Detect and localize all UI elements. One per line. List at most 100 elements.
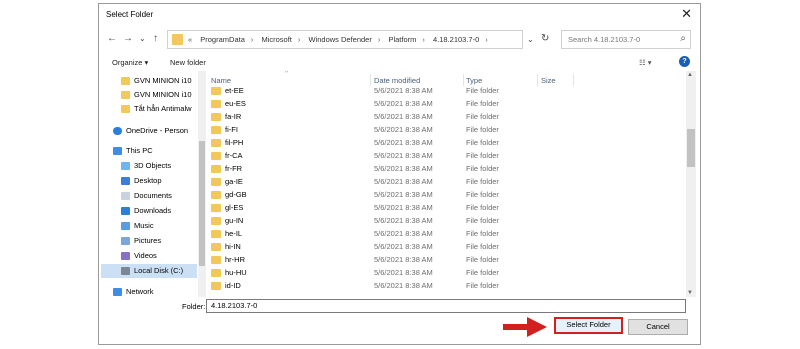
computer-icon bbox=[113, 147, 122, 156]
up-arrow-icon[interactable]: ↑ bbox=[153, 33, 158, 45]
file-type: File folder bbox=[466, 177, 499, 186]
scrollbar-thumb[interactable] bbox=[199, 141, 205, 266]
file-list: Name ^ Date modified Type Size et-EE 5/6/… bbox=[207, 71, 685, 297]
help-icon[interactable]: ? bbox=[679, 56, 690, 67]
table-row[interactable]: gl-ES 5/6/2021 8:38 AM File folder bbox=[207, 201, 685, 215]
sidebar-item-network[interactable]: Network bbox=[101, 285, 197, 297]
title-bar: Select Folder ✕ bbox=[99, 4, 700, 26]
file-type: File folder bbox=[466, 229, 499, 238]
sidebar-item-label: Tắt hẳn Antimalw bbox=[134, 104, 192, 113]
address-bar[interactable]: « ProgramData › Microsoft › Windows Defend… bbox=[167, 30, 523, 49]
scroll-down-icon[interactable]: ▼ bbox=[687, 290, 693, 296]
sidebar-item-this-pc[interactable]: This PC bbox=[101, 144, 197, 158]
sidebar-scrollbar[interactable] bbox=[198, 71, 206, 297]
file-name: et-EE bbox=[225, 86, 244, 95]
address-dropdown-icon[interactable]: ⌄ bbox=[527, 34, 534, 46]
file-list-scrollbar[interactable]: ▲ ▼ bbox=[686, 71, 696, 297]
search-icon[interactable]: ⌕ bbox=[680, 33, 686, 44]
folder-icon bbox=[211, 100, 221, 108]
table-row[interactable]: fi-FI 5/6/2021 8:38 AM File folder bbox=[207, 123, 685, 137]
sidebar-item[interactable]: 3D Objects bbox=[101, 159, 197, 173]
breadcrumb-item[interactable]: ProgramData bbox=[200, 35, 245, 44]
sidebar-item[interactable]: Videos bbox=[101, 249, 197, 263]
table-row[interactable]: et-EE 5/6/2021 8:38 AM File folder bbox=[207, 84, 685, 98]
sidebar-item[interactable]: Desktop bbox=[101, 174, 197, 188]
file-name: gd-GB bbox=[225, 190, 247, 199]
window-title: Select Folder bbox=[106, 10, 154, 19]
file-date: 5/6/2021 8:38 AM bbox=[374, 177, 433, 186]
sidebar-item-label: Music bbox=[134, 221, 154, 230]
table-row[interactable]: gu-IN 5/6/2021 8:38 AM File folder bbox=[207, 214, 685, 228]
sidebar-item-label: Pictures bbox=[134, 236, 162, 245]
file-type: File folder bbox=[466, 99, 499, 108]
sidebar-item[interactable]: GVN MINION i10 bbox=[101, 74, 197, 88]
back-arrow-icon[interactable]: ← bbox=[107, 33, 117, 45]
folder-icon bbox=[211, 178, 221, 186]
file-name: hi-IN bbox=[225, 242, 241, 251]
sidebar-item[interactable]: Downloads bbox=[101, 204, 197, 218]
sidebar-item[interactable]: Pictures bbox=[101, 234, 197, 248]
file-type: File folder bbox=[466, 151, 499, 160]
organize-button[interactable]: Organize ▾ bbox=[112, 58, 148, 67]
scrollbar-thumb[interactable] bbox=[687, 129, 695, 167]
table-row[interactable]: hi-IN 5/6/2021 8:38 AM File folder bbox=[207, 240, 685, 254]
file-name: fr-FR bbox=[225, 164, 243, 173]
sidebar-item[interactable]: GVN MINION i10 bbox=[101, 88, 197, 102]
search-input[interactable]: Search 4.18.2103.7-0 bbox=[568, 35, 640, 44]
desktop-icon bbox=[121, 177, 130, 186]
breadcrumb-item[interactable]: Microsoft bbox=[261, 35, 291, 44]
select-folder-button[interactable]: Select Folder bbox=[554, 317, 623, 334]
sidebar-item-label: Videos bbox=[134, 251, 157, 260]
command-bar: Organize ▾ New folder ☷ ▾ ? bbox=[99, 53, 700, 71]
folder-icon bbox=[211, 152, 221, 160]
sidebar-item-local-disk[interactable]: Local Disk (C:) bbox=[101, 264, 197, 278]
disk-icon bbox=[121, 267, 130, 276]
table-row[interactable]: he-IL 5/6/2021 8:38 AM File folder bbox=[207, 227, 685, 241]
search-box[interactable]: Search 4.18.2103.7-0 ⌕ bbox=[561, 30, 691, 49]
file-type: File folder bbox=[466, 255, 499, 264]
file-type: File folder bbox=[466, 268, 499, 277]
file-date: 5/6/2021 8:38 AM bbox=[374, 255, 433, 264]
refresh-icon[interactable]: ↻ bbox=[541, 33, 549, 45]
table-row[interactable]: id-ID 5/6/2021 8:38 AM File folder bbox=[207, 279, 685, 293]
table-row[interactable]: gd-GB 5/6/2021 8:38 AM File folder bbox=[207, 188, 685, 202]
table-row[interactable]: fr-FR 5/6/2021 8:38 AM File folder bbox=[207, 162, 685, 176]
sidebar-item[interactable]: Documents bbox=[101, 189, 197, 203]
sort-ascending-icon: ^ bbox=[285, 71, 289, 77]
table-row[interactable]: fil-PH 5/6/2021 8:38 AM File folder bbox=[207, 136, 685, 150]
table-row[interactable]: eu-ES 5/6/2021 8:38 AM File folder bbox=[207, 97, 685, 111]
chevron-right-icon: › bbox=[297, 35, 301, 44]
recent-locations-icon[interactable]: ⌄ bbox=[139, 33, 146, 45]
file-name: eu-ES bbox=[225, 99, 246, 108]
breadcrumb-item[interactable]: Platform bbox=[388, 35, 416, 44]
file-name: hr-HR bbox=[225, 255, 245, 264]
sidebar-item-onedrive[interactable]: OneDrive - Person bbox=[101, 124, 197, 138]
breadcrumb-item[interactable]: Windows Defender bbox=[308, 35, 371, 44]
table-row[interactable]: hr-HR 5/6/2021 8:38 AM File folder bbox=[207, 253, 685, 267]
table-row[interactable]: fr-CA 5/6/2021 8:38 AM File folder bbox=[207, 149, 685, 163]
folder-icon bbox=[211, 217, 221, 225]
table-row[interactable]: ga-IE 5/6/2021 8:38 AM File folder bbox=[207, 175, 685, 189]
file-name: fa-IR bbox=[225, 112, 242, 121]
file-date: 5/6/2021 8:38 AM bbox=[374, 281, 433, 290]
chevron-right-icon: › bbox=[377, 35, 381, 44]
breadcrumb-item[interactable]: 4.18.2103.7-0 bbox=[433, 35, 479, 44]
overflow-chevron[interactable]: « bbox=[188, 35, 192, 44]
table-row[interactable]: hu-HU 5/6/2021 8:38 AM File folder bbox=[207, 266, 685, 280]
folder-icon bbox=[211, 243, 221, 251]
sidebar-item[interactable]: Music bbox=[101, 219, 197, 233]
view-options-icon[interactable]: ☷ ▾ bbox=[639, 58, 652, 67]
table-row[interactable]: fa-IR 5/6/2021 8:38 AM File folder bbox=[207, 110, 685, 124]
cancel-button[interactable]: Cancel bbox=[628, 319, 688, 335]
forward-arrow-icon[interactable]: → bbox=[123, 33, 133, 45]
sidebar-item[interactable]: Tắt hẳn Antimalw bbox=[101, 102, 197, 116]
folder-input[interactable]: 4.18.2103.7-0 bbox=[206, 299, 686, 313]
sidebar-item-label: GVN MINION i10 bbox=[134, 90, 192, 99]
scroll-up-icon[interactable]: ▲ bbox=[687, 72, 693, 78]
file-name: hu-HU bbox=[225, 268, 247, 277]
folder-icon bbox=[211, 191, 221, 199]
close-icon[interactable]: ✕ bbox=[681, 7, 692, 21]
file-date: 5/6/2021 8:38 AM bbox=[374, 112, 433, 121]
file-name: he-IL bbox=[225, 229, 243, 238]
new-folder-button[interactable]: New folder bbox=[170, 58, 206, 67]
